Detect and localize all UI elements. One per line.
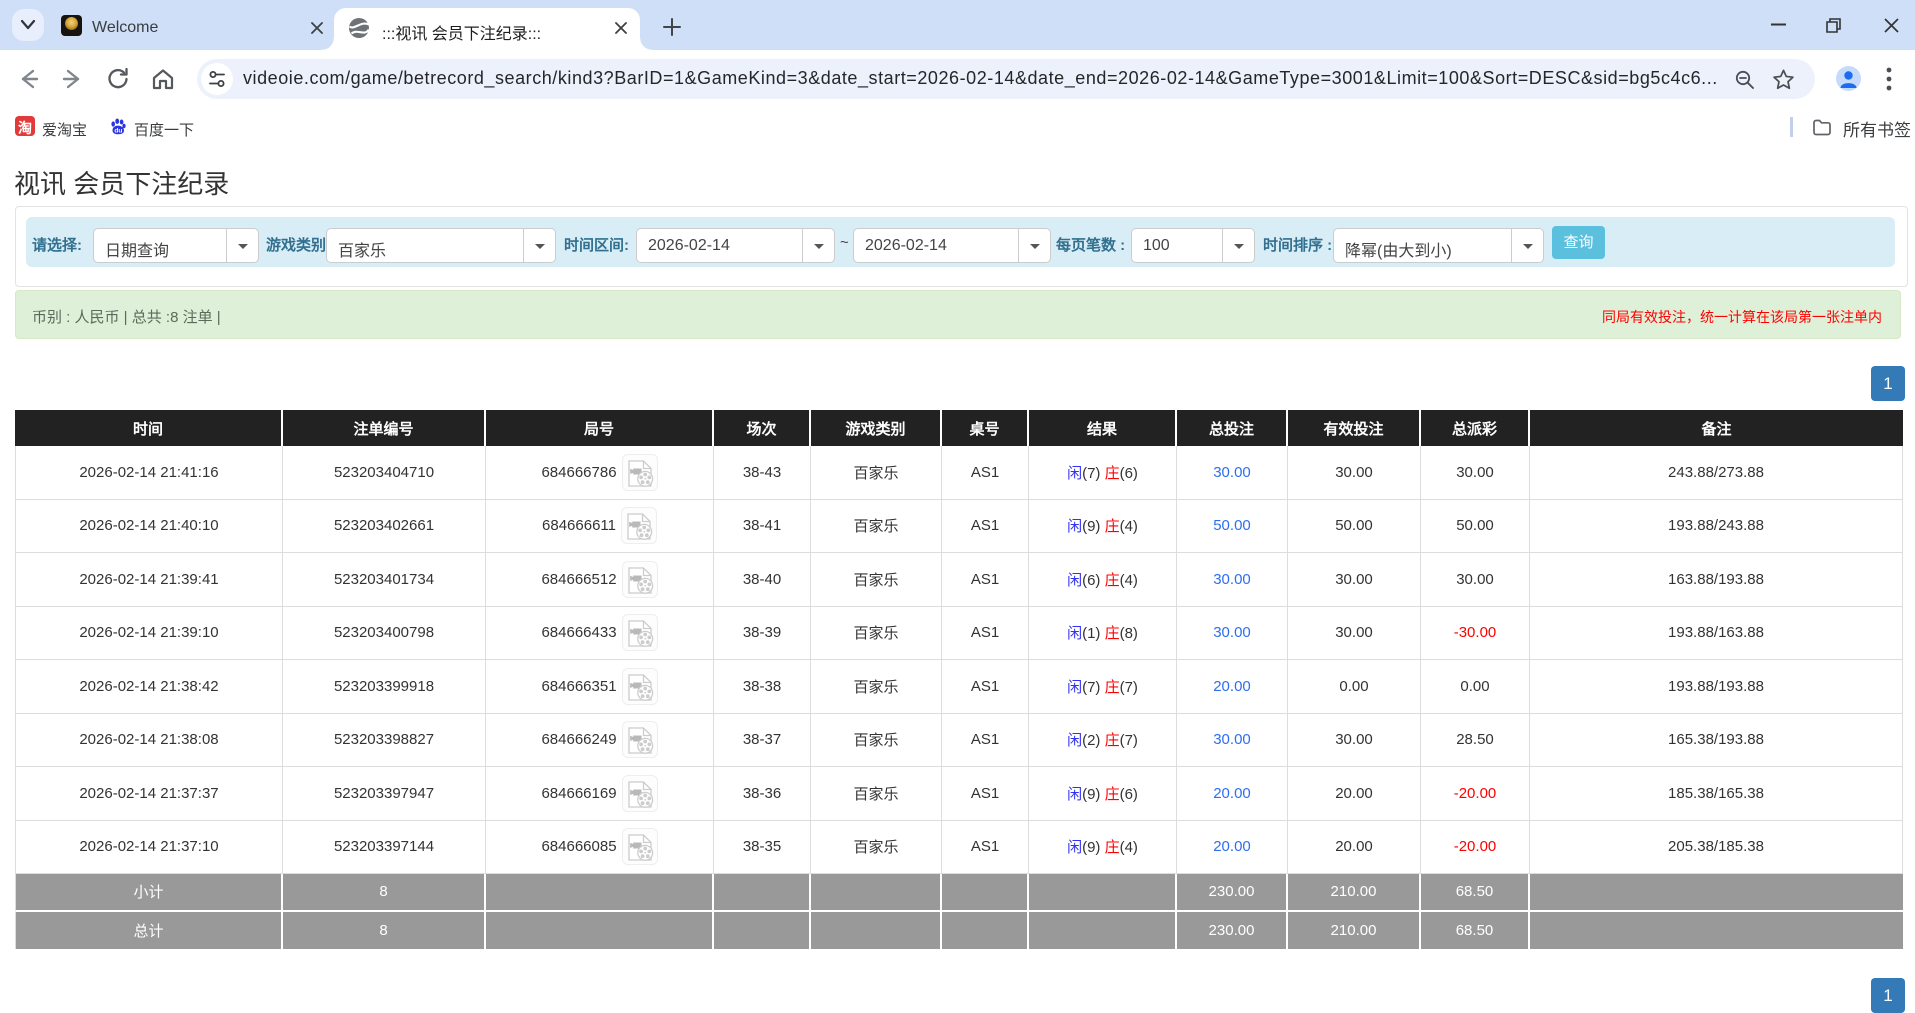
svg-text:du: du (114, 127, 122, 134)
